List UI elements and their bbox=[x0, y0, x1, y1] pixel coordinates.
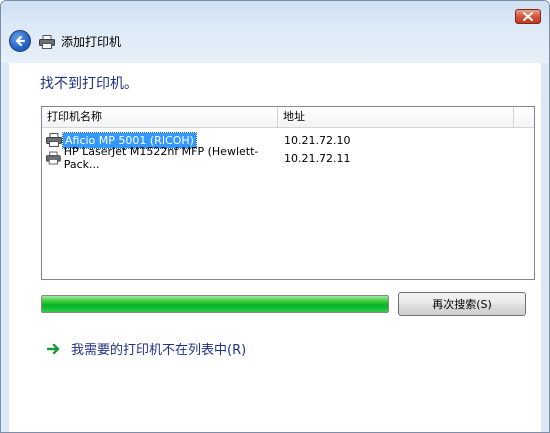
printer-name-cell: HP LaserJet M1522nf MFP (Hewlett-Pack... bbox=[46, 144, 278, 172]
search-progress-fill bbox=[42, 296, 388, 312]
column-header-printer-name[interactable]: 打印机名称 bbox=[42, 107, 278, 127]
window-title: 添加打印机 bbox=[39, 33, 121, 50]
add-printer-window: 添加打印机 找不到打印机。 打印机名称 地址 Aficio MP 5001 (R… bbox=[0, 0, 550, 433]
close-button[interactable] bbox=[515, 9, 541, 24]
back-arrow-icon bbox=[16, 36, 25, 46]
column-header-filler bbox=[514, 107, 534, 127]
printer-not-listed-link-text: 我需要的打印机不在列表中(R) bbox=[71, 343, 247, 358]
printer-address: 10.21.72.11 bbox=[284, 151, 351, 165]
printer-icon bbox=[46, 151, 61, 165]
printer-name: HP LaserJet M1522nf MFP (Hewlett-Pack... bbox=[63, 145, 259, 171]
wizard-content: 找不到打印机。 打印机名称 地址 Aficio MP 5001 (RICOH) … bbox=[9, 63, 541, 432]
window-frame-right bbox=[541, 63, 549, 432]
printer-not-listed-link[interactable]: 我需要的打印机不在列表中(R) bbox=[47, 339, 246, 358]
printer-icon bbox=[39, 34, 55, 49]
search-again-button[interactable]: 再次搜索(S) bbox=[398, 292, 526, 316]
printer-address: 10.21.72.10 bbox=[284, 133, 351, 147]
window-title-text: 添加打印机 bbox=[61, 35, 122, 49]
list-header: 打印机名称 地址 bbox=[42, 107, 534, 128]
close-icon bbox=[523, 12, 533, 21]
printer-row[interactable]: HP LaserJet M1522nf MFP (Hewlett-Pack...… bbox=[46, 145, 351, 171]
printer-list[interactable]: 打印机名称 地址 Aficio MP 5001 (RICOH) 10.21.72… bbox=[41, 106, 535, 280]
column-header-address[interactable]: 地址 bbox=[278, 107, 514, 127]
back-button[interactable] bbox=[9, 30, 31, 52]
green-arrow-icon bbox=[47, 343, 60, 354]
window-frame-left bbox=[1, 63, 9, 432]
page-heading: 找不到打印机。 bbox=[40, 76, 138, 92]
search-progress-bar bbox=[41, 295, 389, 313]
